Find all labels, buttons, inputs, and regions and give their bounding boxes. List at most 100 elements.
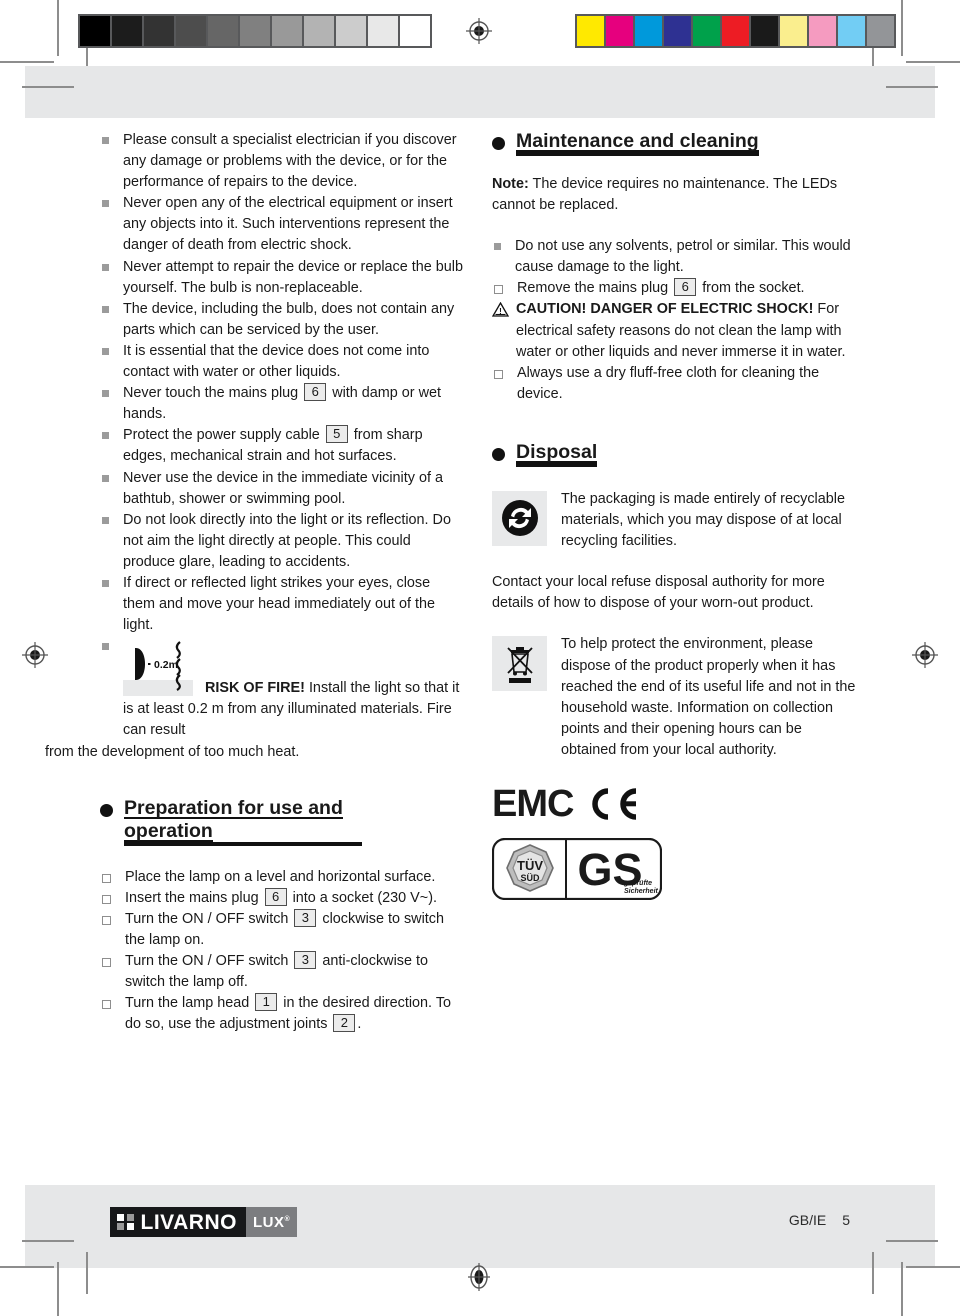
caution-electric-shock: ! CAUTION! DANGER OF ELECTRIC SHOCK! For… [491, 299, 857, 362]
step-text: Place the lamp on a level and horizontal… [125, 868, 436, 885]
four-square-icon [117, 1213, 134, 1231]
bullet-square-icon [102, 263, 109, 271]
heading-bullet-icon [100, 803, 113, 817]
bullet-text: Protect the power supply cable 5 from sh… [123, 425, 465, 467]
text-before-ref: Protect the power supply cable [123, 427, 320, 444]
emc-label: EMC [492, 782, 574, 825]
bullet-square-icon [102, 347, 109, 355]
list-item: Turn the ON / OFF switch 3 anti-clockwis… [100, 951, 465, 993]
bullet-hollow-square-icon [102, 873, 111, 883]
bullet-square-icon [494, 243, 501, 251]
ce-mark-icon [584, 787, 642, 821]
svg-text:0.2m: 0.2m [154, 659, 178, 671]
part-ref-badge: 1 [255, 993, 278, 1012]
lux-block: LUX® [245, 1207, 298, 1237]
crossed-out-wheelie-bin-icon [492, 636, 547, 692]
heading-text: Maintenance and cleaning [516, 130, 759, 156]
bullet-square-icon [102, 474, 109, 482]
bullet-text: Never use the device in the immediate vi… [123, 469, 443, 507]
bullet-text: Never touch the mains plug 6 with damp o… [123, 383, 465, 425]
text-before-ref: Insert the mains plug [125, 889, 259, 906]
cleaning-bullet-list: Always use a dry fluff-free cloth for cl… [492, 363, 857, 405]
section-title: Disposal [516, 440, 598, 463]
bullet-text: Never attempt to repair the device or re… [123, 258, 463, 296]
bullet-square-icon [102, 579, 109, 587]
part-ref-badge: 5 [325, 425, 348, 444]
list-item: Turn the lamp head 1 in the desired dire… [100, 993, 465, 1035]
step-text: Insert the mains plug 6 into a socket (2… [125, 887, 465, 909]
list-item-fire-warning: 0.2m RISK OF FIRE! Install the light so … [45, 636, 465, 762]
manual-page: Please consult a specialist electrician … [0, 0, 960, 1316]
text-before-ref: Remove the mains plug [517, 280, 669, 297]
bullet-text: Do not look directly into the light or i… [123, 511, 451, 570]
section-title: Maintenance and cleaning [516, 130, 759, 152]
locale-code: GB/IE [788, 1212, 827, 1228]
step-text: Turn the lamp head 1 in the desired dire… [125, 993, 465, 1035]
list-item: Please consult a specialist electrician … [100, 130, 465, 193]
bullet-text: It is essential that the device does not… [123, 342, 430, 381]
list-item: The device, including the bulb, does not… [100, 299, 465, 341]
list-item-power-cable: Protect the power supply cable 5 from sh… [100, 425, 465, 467]
svg-text:geprüfte: geprüfte [623, 880, 652, 887]
part-ref-badge: 2 [333, 1014, 356, 1033]
heading-preparation: Preparation for use and operation [100, 797, 465, 846]
text-after-ref: from the socket. [702, 280, 805, 297]
bullet-square-icon [102, 432, 109, 440]
bullet-text: Always use a dry fluff-free cloth for cl… [517, 364, 820, 402]
bullet-square-icon [102, 643, 109, 651]
list-item: Never open any of the electrical equipme… [100, 193, 465, 256]
part-ref-badge: 6 [304, 383, 327, 402]
bullet-square-icon [102, 305, 109, 313]
left-column: Please consult a specialist electrician … [45, 130, 465, 1035]
heading-bullet-icon [492, 447, 505, 461]
bullet-text: Please consult a specialist electrician … [123, 132, 457, 191]
page-footer-number: GB/IE 5 [789, 1212, 850, 1228]
square-4 [126, 1223, 134, 1231]
square-2 [126, 1213, 134, 1221]
svg-text:TÜV: TÜV [517, 858, 543, 873]
registered-mark: ® [284, 1215, 291, 1223]
bullet-text: Never open any of the electrical equipme… [123, 195, 453, 254]
maintenance-bullet-list: Do not use any solvents, petrol or simil… [492, 236, 857, 299]
bullet-square-icon [102, 200, 109, 208]
tuv-sud-gs-mark: TÜV SÜD GS geprüfte Sicherheit [491, 837, 857, 905]
fire-warning-tail: from the development of too much heat. [45, 743, 300, 760]
text-before-ref: Never touch the mains plug [123, 385, 299, 402]
list-item: If direct or reflected light strikes you… [100, 573, 465, 636]
recycling-text: The packaging is made entirely of recycl… [561, 490, 845, 550]
square-3 [117, 1223, 124, 1231]
text-after-ref: in the desired direction. [283, 995, 433, 1012]
text-before-ref: Turn the ON / OFF switch [125, 910, 289, 927]
svg-text:Sicherheit: Sicherheit [624, 888, 659, 895]
bullet-square-icon [102, 390, 109, 398]
list-item: Insert the mains plug 6 into a socket (2… [100, 887, 465, 909]
heading-maintenance: Maintenance and cleaning [492, 130, 857, 156]
list-item: Never attempt to repair the device or re… [100, 257, 465, 299]
text-before-ref: Turn the ON / OFF switch [125, 953, 289, 969]
part-ref-badge: 3 [294, 908, 317, 927]
minimum-distance-0.2m-icon: 0.2m [123, 641, 193, 697]
heading-disposal: Disposal [492, 441, 857, 467]
disposal-contact-text: Contact your local refuse disposal autho… [492, 574, 825, 612]
fire-warning-block: 0.2m RISK OF FIRE! Install the light so … [45, 636, 465, 762]
recycling-block: The packaging is made entirely of recycl… [492, 489, 857, 552]
part-ref-badge: 6 [264, 887, 287, 906]
list-item: Turn the ON / OFF switch 3 clockwise to … [100, 908, 465, 951]
list-item: Place the lamp on a level and horizontal… [100, 867, 465, 888]
certification-marks: EMC TÜV SÜD GS geprüfte Sicherheit [491, 782, 857, 905]
bullet-text: Remove the mains plug 6 from the socket. [517, 278, 857, 299]
brand-sub-text: LUX [252, 1213, 285, 1231]
heading-text: Disposal [516, 440, 598, 467]
right-column: Maintenance and cleaning Note: The devic… [491, 130, 857, 905]
bullet-square-icon [102, 137, 109, 144]
safety-bullet-list: Please consult a specialist electrician … [45, 130, 465, 763]
list-item: Do not look directly into the light or i… [100, 510, 465, 573]
list-item-mains-plug: Never touch the mains plug 6 with damp o… [100, 383, 465, 425]
square-1 [117, 1213, 124, 1221]
list-item: Never use the device in the immediate vi… [100, 468, 465, 510]
brand-sub-name: LUX® [253, 1214, 290, 1231]
part-ref-badge: 6 [674, 278, 697, 297]
list-item: Do not use any solvents, petrol or simil… [492, 236, 857, 278]
text-before-ref: Turn the lamp head [125, 995, 250, 1012]
caution-text: CAUTION! DANGER OF ELECTRIC SHOCK! For e… [516, 299, 857, 362]
